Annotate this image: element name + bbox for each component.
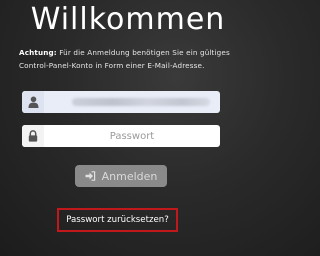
reset-highlight: Passwort zurücksetzen? [57,208,178,232]
lock-icon [22,125,44,147]
login-button-label: Anmelden [101,169,158,183]
page-title: Willkommen [30,2,226,37]
username-field[interactable] [22,91,220,113]
reset-password-link[interactable]: Passwort zurücksetzen? [66,215,169,225]
user-icon [22,91,44,113]
notice-label: Achtung: [19,48,57,57]
sign-in-icon [85,171,96,181]
login-notice: Achtung: Für die Anmeldung benötigen Sie… [19,46,244,72]
email-input[interactable] [44,91,220,113]
password-field[interactable] [22,125,220,147]
login-button[interactable]: Anmelden [75,165,167,187]
redacted-email [72,98,210,106]
password-input[interactable] [44,125,220,147]
